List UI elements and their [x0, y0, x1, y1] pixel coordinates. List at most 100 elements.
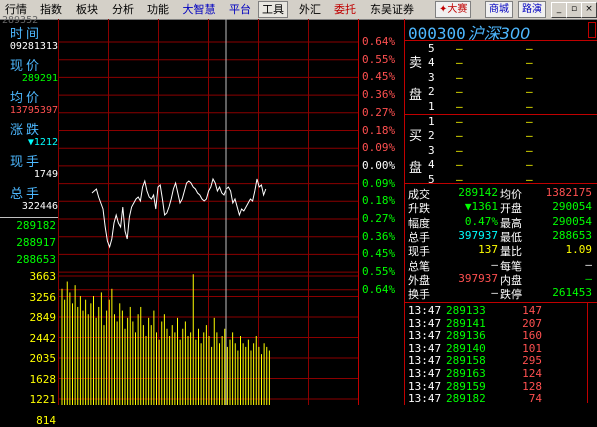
sell-level-number: 1	[428, 99, 435, 113]
menu-item-6[interactable]: 平台	[228, 2, 252, 17]
tick-time: 13:47	[408, 379, 442, 393]
tick-volume: 124	[522, 367, 542, 380]
price-value: 289291	[21, 73, 58, 84]
brand-contest-label: 大赛	[447, 4, 468, 15]
roadshow-button[interactable]: 路演	[518, 1, 546, 18]
sell-volume: —	[526, 42, 533, 55]
price-axis-1: 289182	[16, 219, 56, 232]
sell-volume: —	[526, 56, 533, 70]
volume-axis-label: 1221	[29, 393, 57, 406]
tick-price: 289163	[446, 367, 486, 380]
brand-contest-button[interactable]: ✦大赛	[435, 1, 472, 18]
tick-volume: 101	[522, 341, 542, 355]
buy-level-number: 2	[428, 129, 435, 143]
menu-item-7[interactable]: 工具	[258, 1, 288, 18]
quote-value: 1.09	[565, 243, 593, 257]
menu-bar: 行情 指数 板块 分析 功能 大智慧 平台 工具 外汇 委托 东吴证券 ✦大赛 商城 路演 _ ▫ …	[0, 0, 597, 20]
menu-item-3[interactable]: 分析	[111, 2, 135, 17]
time-value: 09281313	[9, 41, 58, 52]
total-value: 322446	[21, 201, 58, 212]
sell-level-number: 5	[428, 42, 435, 55]
chart-area[interactable]	[58, 19, 403, 405]
menu-item-5[interactable]: 大智慧	[181, 2, 217, 17]
menu-item-4[interactable]: 功能	[146, 2, 170, 17]
sell-level-row[interactable]: 3 — —	[428, 70, 533, 84]
sell-volume: —	[526, 99, 533, 113]
tick-row: 13:47 289163 124	[408, 367, 586, 380]
tick-price: 289133	[446, 304, 486, 317]
buy-volume: —	[526, 158, 533, 172]
quote-value: 137	[478, 243, 498, 257]
change-value: ▼1212	[27, 137, 58, 148]
sell-level-row[interactable]: 4 — —	[428, 56, 533, 69]
change-label: 涨跌	[10, 123, 43, 138]
buy-level-row[interactable]: 1 — —	[428, 115, 533, 128]
tick-price: 289158	[446, 354, 486, 368]
sell-level-number: 3	[428, 70, 435, 84]
time-label: 时间	[10, 27, 43, 42]
volume-axis-label: 3663	[29, 270, 57, 283]
info-panel: 289352 时间 09281313 现价 289291 均价 13795397…	[0, 15, 59, 218]
tick-volume: 128	[522, 379, 542, 393]
volume-axis-label: 1628	[29, 372, 57, 386]
quote-value: 261453	[552, 286, 592, 300]
quote-value: —	[585, 271, 592, 285]
buy-volume: —	[526, 129, 533, 143]
percent-axis-label: 0.45%	[362, 70, 396, 84]
buy-level-number: 3	[428, 143, 435, 157]
sell-volume: —	[526, 85, 533, 99]
buy-volume: —	[526, 115, 533, 128]
buy-label-1: 买	[409, 129, 423, 144]
buy-price: —	[456, 129, 463, 143]
sell-level-number: 2	[428, 85, 435, 99]
tick-row: 13:47 289158 295	[408, 354, 586, 367]
percent-axis-label: 0.55%	[362, 52, 396, 66]
avg-value: 13795397	[9, 105, 58, 116]
quote-value: 397937	[458, 271, 498, 285]
menu-item-10[interactable]: 东吴证券	[368, 2, 416, 17]
buy-level-row[interactable]: 4 — —	[428, 158, 533, 171]
buy-label-2: 盘	[409, 161, 423, 176]
tick-price: 289159	[446, 379, 486, 393]
sell-level-row[interactable]: 2 — —	[428, 85, 533, 99]
mall-button[interactable]: 商城	[485, 1, 513, 18]
percent-axis-label: 0.18%	[362, 123, 396, 137]
quote-value: 1382175	[545, 186, 592, 199]
tick-time: 13:47	[408, 341, 442, 355]
percent-axis-label: 0.18%	[362, 194, 396, 208]
percent-axis-label: 0.09%	[362, 141, 396, 155]
restore-icon[interactable]: ▫	[566, 2, 582, 18]
tick-time: 13:47	[408, 367, 442, 380]
percent-axis-label: 0.27%	[362, 105, 396, 119]
tick-volume: 207	[522, 316, 542, 330]
close-icon[interactable]: ×	[581, 2, 597, 18]
tick-row: 13:47 289140 101	[408, 342, 586, 355]
sell-price: —	[456, 70, 463, 84]
tick-time: 13:47	[408, 329, 442, 343]
tick-time: 13:47	[408, 304, 442, 317]
volume-axis-label: 2442	[29, 331, 57, 345]
percent-axis-label: 0.00%	[362, 158, 396, 172]
percent-axis-label: 0.45%	[362, 247, 396, 261]
percent-axis-label: 0.64%	[362, 35, 396, 48]
price-axis-3: 288653	[16, 253, 56, 266]
tick-volume: 295	[522, 354, 542, 368]
sell-level-row[interactable]: 1 — —	[428, 99, 533, 113]
menu-item-8[interactable]: 外汇	[298, 2, 322, 17]
buy-level-row[interactable]: 3 — —	[428, 143, 533, 157]
quote-value: 0.47%	[464, 214, 498, 228]
menu-item-9[interactable]: 委托	[333, 2, 357, 17]
quote-value: ▼1361	[464, 200, 498, 214]
minimize-icon[interactable]: _	[551, 2, 567, 18]
percent-axis-label: 0.55%	[362, 265, 396, 279]
sell-label-2: 盘	[409, 88, 423, 103]
quote-value: 397937	[458, 228, 498, 242]
buy-level-row[interactable]: 2 — —	[428, 129, 533, 143]
menu-item-2[interactable]: 板块	[75, 2, 99, 17]
tick-scrollbar[interactable]	[587, 303, 596, 403]
percent-axis-label: 0.09%	[362, 176, 396, 190]
menu-item-1[interactable]: 指数	[39, 2, 63, 17]
sell-level-row[interactable]: 5 — —	[428, 42, 533, 55]
panel-scroll-icon[interactable]	[588, 22, 596, 38]
divider	[405, 183, 597, 184]
